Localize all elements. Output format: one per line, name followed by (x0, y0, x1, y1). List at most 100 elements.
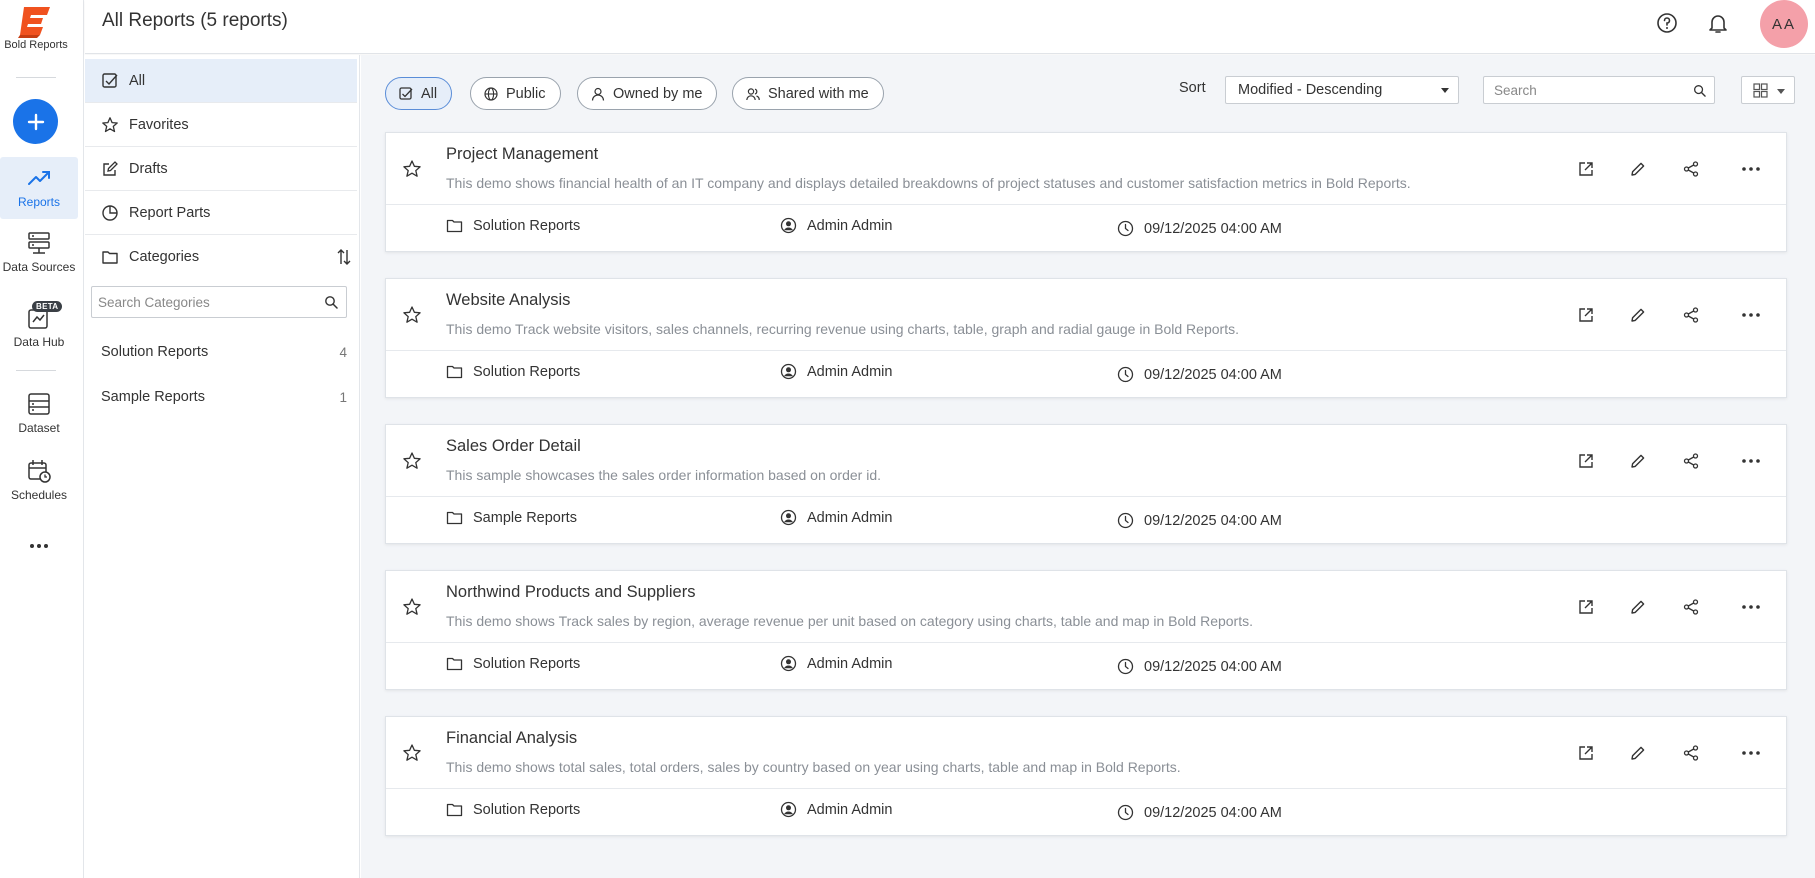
user-circle-icon (780, 363, 797, 380)
open-external-icon[interactable] (1577, 598, 1595, 616)
share-icon[interactable] (1682, 598, 1700, 616)
favorite-star-icon[interactable] (402, 305, 422, 325)
report-description: This demo shows Track sales by region, a… (446, 613, 1254, 629)
edit-pencil-icon[interactable] (1629, 744, 1647, 762)
category-count: 4 (339, 344, 347, 360)
open-external-icon[interactable] (1577, 306, 1595, 324)
filter-public[interactable]: Public (470, 77, 561, 110)
report-title[interactable]: Northwind Products and Suppliers (446, 583, 695, 602)
user-avatar[interactable]: AA (1760, 0, 1808, 48)
sort-dropdown[interactable]: Modified - Descending (1225, 76, 1459, 104)
nav-separator (16, 77, 56, 78)
favorite-star-icon[interactable] (402, 159, 422, 179)
nav-item-reports[interactable]: Reports (0, 157, 78, 219)
report-title[interactable]: Financial Analysis (446, 729, 577, 748)
cat-item-all[interactable]: All (85, 59, 357, 103)
report-card[interactable]: Website Analysis This demo Track website… (385, 278, 1787, 398)
filter-owned-by-me[interactable]: Owned by me (577, 77, 718, 110)
report-search[interactable] (1483, 76, 1715, 104)
category-sample-reports[interactable]: Sample Reports 1 (85, 382, 347, 412)
notification-bell-icon[interactable] (1706, 11, 1730, 35)
clock-icon (1117, 366, 1134, 383)
folder-icon (446, 803, 463, 817)
report-title[interactable]: Sales Order Detail (446, 437, 581, 456)
share-icon[interactable] (1682, 160, 1700, 178)
cat-item-categories[interactable]: Categories (85, 235, 357, 279)
more-horizontal-icon (30, 544, 48, 548)
open-external-icon[interactable] (1577, 160, 1595, 178)
folder-icon (102, 251, 118, 264)
help-icon[interactable] (1655, 11, 1679, 35)
category-label: Sample Reports (101, 389, 205, 405)
nav-item-label: Data Sources (2, 260, 76, 274)
more-actions-icon[interactable] (1740, 306, 1762, 324)
nav-item-data-sources[interactable]: Data Sources (0, 230, 78, 274)
report-card[interactable]: Northwind Products and Suppliers This de… (385, 570, 1787, 690)
checkbox-icon (102, 72, 118, 88)
report-modified-label: 09/12/2025 04:00 AM (1144, 658, 1282, 675)
cat-item-drafts[interactable]: Drafts (85, 147, 357, 191)
server-icon (28, 232, 50, 254)
pie-chart-icon (102, 204, 118, 221)
sort-value: Modified - Descending (1238, 82, 1383, 98)
view-mode-toggle[interactable] (1741, 76, 1795, 104)
search-icon[interactable] (1693, 84, 1706, 97)
create-button[interactable] (13, 99, 58, 144)
category-search-input[interactable] (92, 287, 312, 317)
share-icon[interactable] (1682, 306, 1700, 324)
more-actions-icon[interactable] (1740, 452, 1762, 470)
category-search[interactable] (91, 286, 347, 318)
report-modified: 09/12/2025 04:00 AM (1117, 512, 1282, 529)
card-divider (386, 788, 1786, 789)
cat-item-report-parts[interactable]: Report Parts (85, 191, 357, 235)
report-card[interactable]: Project Management This demo shows finan… (385, 132, 1787, 252)
report-search-input[interactable] (1484, 77, 1674, 103)
favorite-star-icon[interactable] (402, 597, 422, 617)
user-circle-icon (780, 217, 797, 234)
report-owner-label: Admin Admin (807, 801, 893, 818)
user-icon (591, 87, 605, 101)
report-title[interactable]: Website Analysis (446, 291, 570, 310)
nav-item-dataset[interactable]: Dataset (0, 391, 78, 435)
checkbox-icon (399, 86, 413, 100)
sort-arrows-icon[interactable] (335, 248, 353, 266)
more-actions-icon[interactable] (1740, 744, 1762, 762)
main-content: All Public Owned by me Shared with me So… (361, 55, 1815, 878)
report-card[interactable]: Sales Order Detail This sample showcases… (385, 424, 1787, 544)
cat-item-label: All (129, 72, 146, 89)
left-navigation: Bold Reports Reports Data Sources BETA D… (0, 0, 84, 878)
app-logo[interactable]: Bold Reports (0, 4, 72, 51)
filter-label: Owned by me (613, 85, 703, 102)
open-external-icon[interactable] (1577, 452, 1595, 470)
share-icon[interactable] (1682, 744, 1700, 762)
favorite-star-icon[interactable] (402, 451, 422, 471)
more-actions-icon[interactable] (1740, 160, 1762, 178)
edit-pencil-icon[interactable] (1629, 160, 1647, 178)
open-external-icon[interactable] (1577, 744, 1595, 762)
report-category-label: Sample Reports (473, 509, 577, 526)
cat-item-favorites[interactable]: Favorites (85, 103, 357, 147)
share-icon[interactable] (1682, 452, 1700, 470)
filter-all[interactable]: All (385, 77, 453, 110)
edit-pencil-icon[interactable] (1629, 306, 1647, 324)
report-title[interactable]: Project Management (446, 145, 598, 164)
filter-label: All (421, 85, 438, 102)
folder-icon (446, 219, 463, 233)
category-solution-reports[interactable]: Solution Reports 4 (85, 337, 347, 367)
filter-label: Public (506, 85, 546, 102)
card-divider (386, 496, 1786, 497)
nav-item-schedules[interactable]: Schedules (0, 458, 78, 502)
calendar-clock-icon (28, 460, 51, 483)
search-icon[interactable] (324, 295, 338, 309)
edit-pencil-icon[interactable] (1629, 598, 1647, 616)
favorite-star-icon[interactable] (402, 743, 422, 763)
filter-shared-with-me[interactable]: Shared with me (732, 77, 884, 110)
clock-icon (1117, 512, 1134, 529)
nav-item-data-hub[interactable]: BETA Data Hub (0, 301, 78, 349)
report-card[interactable]: Financial Analysis This demo shows total… (385, 716, 1787, 836)
edit-pencil-icon[interactable] (1629, 452, 1647, 470)
user-circle-icon (780, 801, 797, 818)
more-actions-icon[interactable] (1740, 598, 1762, 616)
clock-icon (1117, 804, 1134, 821)
more-options-button[interactable] (0, 533, 78, 559)
